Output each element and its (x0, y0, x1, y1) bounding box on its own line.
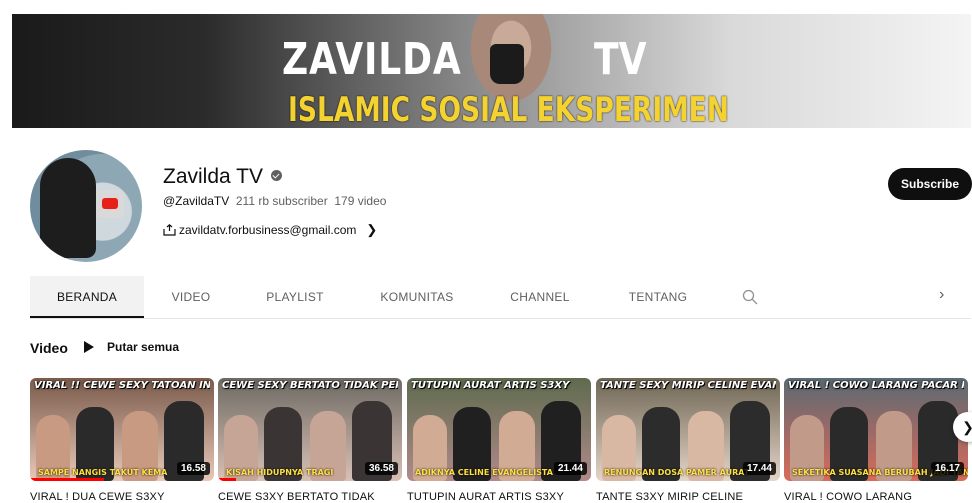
subscriber-count: 211 rb subscriber (235, 194, 328, 208)
banner-niqab-image (490, 44, 524, 84)
thumbnail-title-text: TANTE SEXY MIRIP CELINE EVANGELISTA HIJR… (600, 380, 776, 391)
video-thumbnail[interactable]: TUTUPIN AURAT ARTIS S3XY ADIKNYA CELINE E… (407, 378, 591, 481)
verified-check-icon (271, 169, 282, 181)
video-title[interactable]: VIRAL ! DUA CEWE S3XY (30, 491, 214, 503)
thumbnail-title-text: TUTUPIN AURAT ARTIS S3XY (411, 380, 570, 391)
channel-name: Zavilda TV (163, 165, 263, 188)
subscribe-button[interactable]: Subscribe (888, 168, 972, 200)
video-duration: 36.58 (364, 462, 398, 475)
tabs-scroll-right-icon[interactable]: › (939, 286, 944, 304)
video-card[interactable]: VIRAL ! COWO LARANG PACAR NYA BERHIJABSE… (784, 378, 968, 503)
thumbnail-caption-text: SAMPE NANGIS TAKUT KEMA (38, 468, 168, 477)
video-title[interactable]: TANTE S3XY MIRIP CELINE (596, 491, 780, 503)
chevron-right-icon: ❯ (962, 419, 972, 435)
external-link-icon (163, 224, 176, 236)
video-title[interactable]: CEWE S3XY BERTATO TIDAK (218, 491, 402, 503)
banner-title-left: ZAVILDA (282, 34, 462, 85)
thumbnail-caption-text: KISAH HIDUPNYA TRAGI (226, 468, 334, 477)
tab-video[interactable]: VIDEO (148, 276, 234, 318)
channel-handle: @ZavildaTV (163, 194, 230, 208)
watch-progress-bar (218, 478, 237, 481)
video-card[interactable]: TANTE SEXY MIRIP CELINE EVANGELISTA HIJR… (596, 378, 780, 503)
tab-channel[interactable]: CHANNEL (492, 276, 588, 318)
thumbnail-title-text: VIRAL ! COWO LARANG PACAR NYA BERHIJAB (788, 380, 964, 391)
channel-tabs: BERANDA VIDEO PLAYLIST KOMUNITAS CHANNEL… (30, 276, 971, 319)
video-duration: 21.44 (553, 462, 587, 475)
section-title: Video (30, 340, 68, 356)
video-thumbnail[interactable]: VIRAL !! CEWE SEXY TATOAN INSYAF SAMPE NA… (30, 378, 214, 481)
thumbnail-caption-text: RENUNGAN DOSA PAMER AURAT (604, 468, 750, 477)
tab-tentang[interactable]: TENTANG (610, 276, 706, 318)
video-duration: 16.58 (176, 462, 210, 475)
video-title[interactable]: TUTUPIN AURAT ARTIS S3XY (407, 491, 591, 503)
watch-progress-bar (30, 478, 104, 481)
play-icon (84, 341, 94, 353)
thumbnail-caption-text: ADIKNYA CELINE EVANGELISTA (415, 468, 553, 477)
channel-avatar[interactable] (30, 150, 142, 262)
video-thumbnail[interactable]: TANTE SEXY MIRIP CELINE EVANGELISTA HIJR… (596, 378, 780, 481)
channel-name-row: Zavilda TV (163, 165, 282, 189)
channel-link[interactable]: zavildatv.forbusiness@gmail.com (179, 223, 356, 237)
video-card[interactable]: VIRAL !! CEWE SEXY TATOAN INSYAF SAMPE NA… (30, 378, 214, 503)
banner-subtitle: ISLAMIC SOSIAL EKSPERIMEN (288, 90, 729, 128)
banner-title-right: TV (594, 34, 647, 85)
youtube-logo-icon (102, 198, 118, 209)
video-title[interactable]: VIRAL ! COWO LARANG (784, 491, 968, 503)
video-thumbnail[interactable]: VIRAL ! COWO LARANG PACAR NYA BERHIJABSE… (784, 378, 968, 481)
video-duration: 17.44 (742, 462, 776, 475)
channel-banner: ZAVILDA TV ISLAMIC SOSIAL EKSPERIMEN (12, 14, 971, 128)
video-duration: 16.17 (930, 462, 964, 475)
channel-meta: @ZavildaTV 211 rb subscriber 179 video (163, 194, 386, 208)
thumbnail-title-text: VIRAL !! CEWE SEXY TATOAN INSYAF (34, 380, 210, 391)
play-all-button[interactable]: Putar semua (84, 340, 179, 354)
avatar-figure (40, 158, 96, 258)
video-card[interactable]: CEWE SEXY BERTATO TIDAK PERCAYA ADANYA T… (218, 378, 402, 503)
search-icon[interactable] (742, 289, 758, 305)
tab-playlist[interactable]: PLAYLIST (242, 276, 348, 318)
video-card[interactable]: TUTUPIN AURAT ARTIS S3XY ADIKNYA CELINE E… (407, 378, 591, 503)
video-count: 179 video (334, 194, 387, 208)
chevron-right-icon[interactable]: ❯ (366, 222, 377, 238)
tab-beranda[interactable]: BERANDA (30, 276, 144, 318)
tab-komunitas[interactable]: KOMUNITAS (364, 276, 470, 318)
thumbnail-title-text: CEWE SEXY BERTATO TIDAK PERCAYA ADANYA T… (222, 380, 398, 391)
video-thumbnail[interactable]: CEWE SEXY BERTATO TIDAK PERCAYA ADANYA T… (218, 378, 402, 481)
play-all-label: Putar semua (107, 340, 180, 354)
channel-link-row[interactable]: zavildatv.forbusiness@gmail.com ❯ (163, 222, 377, 238)
